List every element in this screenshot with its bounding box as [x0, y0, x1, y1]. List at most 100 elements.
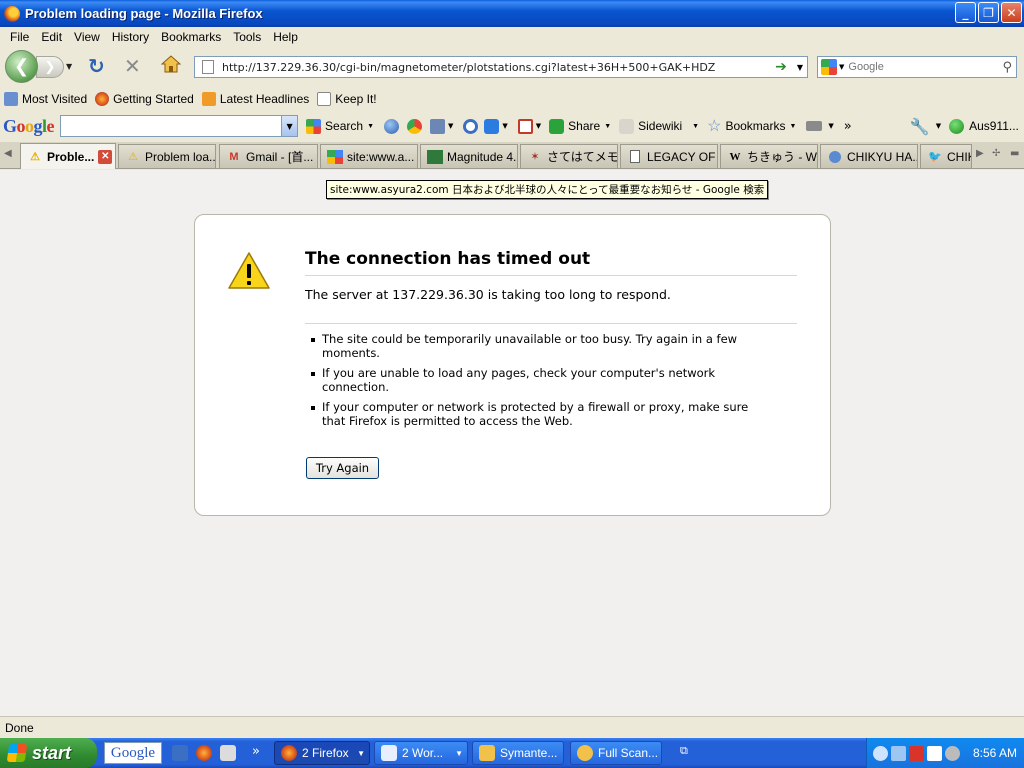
tab-twitter[interactable]: 🐦 CHIK [920, 144, 972, 168]
tab-gmail[interactable]: M Gmail - [首... [219, 144, 318, 168]
chevron-down-icon[interactable]: ▼ [536, 122, 541, 130]
forward-button[interactable]: ❯ [36, 56, 64, 78]
close-button[interactable]: ✕ [1001, 2, 1022, 23]
tab-label: Proble... [47, 149, 95, 164]
page-icon [202, 60, 214, 74]
home-icon[interactable] [161, 54, 181, 74]
stop-icon[interactable]: ✕ [124, 54, 141, 78]
menu-file[interactable]: File [4, 30, 35, 44]
tab-label: さてはてメモ... [547, 150, 618, 164]
menu-bar: File Edit View History Bookmarks Tools H… [0, 27, 1024, 46]
search-input[interactable] [848, 61, 1003, 73]
share-icon [549, 118, 565, 134]
menu-tools[interactable]: Tools [227, 30, 267, 44]
chevron-down-icon[interactable]: ▼ [367, 123, 374, 130]
mail-icon[interactable] [517, 118, 533, 134]
start-button[interactable]: start [0, 738, 97, 768]
wordpad-icon [381, 745, 397, 761]
ie-icon[interactable] [172, 745, 188, 761]
minimize-button[interactable]: _ [955, 2, 976, 23]
clock-icon[interactable] [463, 118, 479, 134]
url-bar[interactable]: http://137.229.36.30/cgi-bin/magnetomete… [194, 56, 808, 78]
menu-help[interactable]: Help [267, 30, 304, 44]
acrobat-icon[interactable] [909, 745, 924, 761]
try-again-button[interactable]: Try Again [306, 457, 379, 479]
task-symantec[interactable]: Symante... [472, 741, 564, 765]
account-name[interactable]: Aus911... [969, 119, 1019, 133]
tab-scroll-left-icon[interactable]: ◀ [4, 148, 12, 159]
menu-history[interactable]: History [106, 30, 155, 44]
new-tab-icon[interactable]: ✢ [992, 148, 1000, 159]
menu-edit[interactable]: Edit [35, 30, 68, 44]
reload-icon[interactable]: ↻ [88, 54, 105, 78]
google-engine-icon[interactable] [821, 59, 837, 75]
chevron-down-icon[interactable]: ▼ [502, 122, 507, 130]
settings-icon[interactable] [945, 745, 960, 761]
google-bookmarks-button[interactable]: ☆ Bookmarks ▼ [707, 116, 796, 136]
chevron-down-icon[interactable]: ▼ [281, 116, 298, 136]
network-icon[interactable] [891, 745, 906, 761]
magnifier-icon[interactable]: ⚲ [1002, 60, 1012, 75]
chevron-down-icon: ▼ [789, 122, 797, 130]
navigation-toolbar: ❯ ❮ ▼ ↻ ✕ http://137.229.36.30/cgi-bin/m… [0, 46, 1024, 86]
bookmark-getting-started[interactable]: Getting Started [95, 91, 194, 106]
google-icon [327, 149, 343, 164]
back-button[interactable]: ❮ [5, 50, 38, 83]
google-deskbar[interactable]: Google [104, 742, 162, 764]
firefox-icon [95, 91, 110, 106]
globe-icon[interactable] [384, 118, 399, 134]
tab-magnitude[interactable]: Magnitude 4... [420, 144, 518, 168]
picasa-icon[interactable] [407, 118, 422, 134]
overflow-chevron[interactable]: » [844, 119, 852, 134]
chevron-down-icon[interactable]: ▼ [448, 122, 453, 130]
google-logo[interactable]: Google [3, 116, 55, 137]
all-tabs-icon[interactable]: ▬ [1010, 148, 1019, 159]
engine-dropdown-icon[interactable]: ▼ [839, 63, 844, 71]
restore-icon[interactable]: ⧉ [680, 744, 688, 758]
wrench-icon[interactable]: 🔧 [910, 117, 930, 136]
tab-bar: ◀ ⚠ Proble... ✕ ⚠ Problem loa... M Gmail… [0, 142, 1024, 169]
task-word[interactable]: 2 Wor... ▼ [374, 741, 468, 765]
url-text[interactable]: http://137.229.36.30/cgi-bin/magnetomete… [222, 61, 775, 74]
maximize-button[interactable]: ❐ [978, 2, 999, 23]
firefox-icon[interactable] [196, 745, 212, 761]
tray-back-icon[interactable] [873, 745, 888, 761]
tab-sate-hate-memo[interactable]: ✶ さてはてメモ... [520, 144, 618, 168]
task-full-scan[interactable]: Full Scan... [570, 741, 662, 765]
bookmark-most-visited[interactable]: Most Visited [4, 91, 87, 106]
bookmark-keep-it[interactable]: Keep It! [317, 91, 377, 106]
task-firefox[interactable]: 2 Firefox ▼ [274, 741, 370, 765]
window-title: Problem loading page - Mozilla Firefox [25, 6, 263, 21]
translate-icon[interactable] [484, 118, 500, 134]
quicklaunch-overflow[interactable]: » [252, 744, 260, 759]
chevron-down-icon[interactable]: ▼ [936, 122, 941, 130]
history-dropdown-icon[interactable]: ▼ [66, 62, 72, 71]
search-bar[interactable]: ▼ ⚲ [817, 56, 1017, 78]
tab-problem-loading-active[interactable]: ⚠ Proble... ✕ [20, 143, 116, 169]
sidewiki-button[interactable]: Sidewiki ▼ [619, 118, 699, 134]
system-tray: 8:56 AM [866, 738, 1024, 768]
share-button[interactable]: Share ▼ [549, 118, 611, 134]
media-icon[interactable] [927, 745, 942, 761]
highlight-icon[interactable] [806, 121, 823, 131]
bookmarks-toolbar: Most Visited Getting Started Latest Head… [0, 87, 1024, 110]
tab-scroll-right-icon[interactable]: ▶ [976, 148, 984, 159]
share-label: Share [568, 119, 601, 133]
google-toolbar-search-input[interactable]: ▼ [60, 115, 299, 137]
tab-google-search[interactable]: site:www.a... [320, 144, 418, 168]
calendar-icon[interactable] [430, 118, 445, 134]
error-title: The connection has timed out [305, 249, 797, 276]
url-dropdown-icon[interactable]: ▼ [797, 63, 803, 72]
google-search-button[interactable]: Search ▼ [306, 118, 374, 134]
show-desktop-icon[interactable] [220, 745, 236, 761]
menu-view[interactable]: View [68, 30, 106, 44]
chevron-down-icon[interactable]: ▼ [828, 122, 833, 130]
tab-chikyu-hakken[interactable]: CHIKYU HA... [820, 144, 918, 168]
tab-problem-loading[interactable]: ⚠ Problem loa... [118, 144, 216, 168]
close-tab-icon[interactable]: ✕ [98, 149, 113, 164]
tab-wikipedia[interactable]: W ちきゅう - Wi... [720, 144, 818, 168]
bookmark-latest-headlines[interactable]: Latest Headlines [201, 91, 309, 106]
tab-legacy-of[interactable]: LEGACY OF ... [620, 144, 718, 168]
menu-bookmarks[interactable]: Bookmarks [155, 30, 227, 44]
go-arrow-icon[interactable]: ➔ [775, 59, 787, 75]
